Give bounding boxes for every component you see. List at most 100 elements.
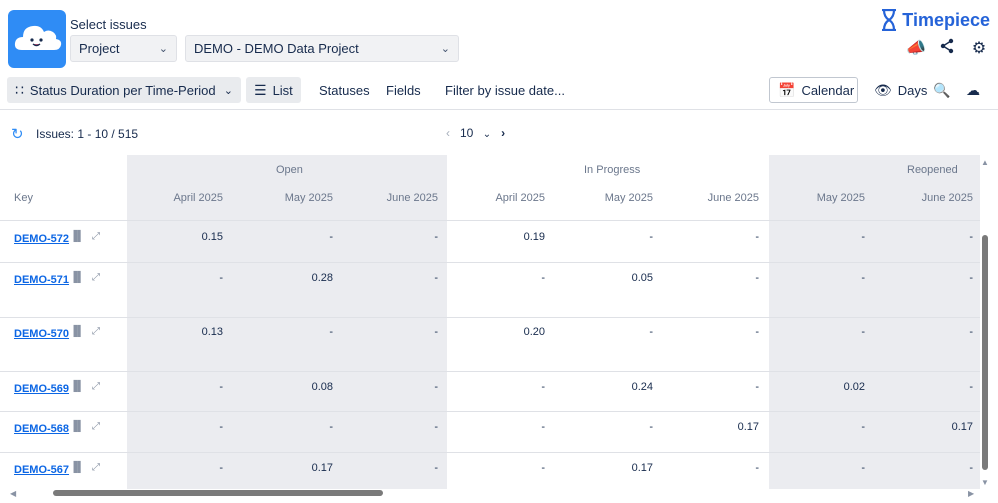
calendar-search-button[interactable]: 🔍 [929, 77, 954, 103]
scroll-left-icon[interactable]: ◀ [10, 489, 16, 498]
expand-icon[interactable]: ⤢ [92, 231, 100, 242]
expand-icon[interactable]: ⤢ [92, 326, 100, 337]
issues-count: Issues: 1 - 10 / 515 [36, 127, 139, 141]
duration-cell: - [861, 231, 865, 243]
statuses-button[interactable]: Statuses [311, 77, 378, 103]
column-header[interactable]: June 2025 [368, 192, 438, 204]
row-divider [0, 317, 980, 318]
filter-by-date-button[interactable]: Filter by issue date... [437, 77, 573, 103]
chevron-down-icon: ⌄ [482, 129, 492, 140]
chevron-down-icon: ⌄ [223, 84, 233, 97]
cloud-download-icon: ☁ [966, 81, 980, 98]
header-actions: 📣 ⚙ [906, 38, 988, 59]
duration-cell: - [434, 421, 438, 433]
scope-select[interactable]: Project ⌄ [70, 35, 177, 62]
column-header[interactable]: May 2025 [263, 192, 333, 204]
group-header-in-progress: In Progress [584, 164, 641, 176]
duration-cell: - [329, 231, 333, 243]
report-type-button[interactable]: ∷ Status Duration per Time-Period ⌄ [7, 77, 241, 103]
cloud-download-button[interactable]: ☁ [962, 77, 984, 103]
row-divider [0, 411, 980, 412]
scope-select-value: Project [79, 41, 120, 56]
hourglass-icon [882, 9, 897, 31]
fields-button[interactable]: Fields [378, 77, 429, 103]
next-page-icon[interactable]: › [501, 126, 505, 140]
duration-cell: - [755, 231, 759, 243]
issue-key-link[interactable]: DEMO-572 [14, 233, 69, 245]
duration-cell: - [861, 421, 865, 433]
column-header[interactable]: April 2025 [475, 192, 545, 204]
issue-key-link[interactable]: DEMO-567 [14, 464, 69, 476]
duration-cell: 0.13 [201, 326, 223, 338]
row-divider [0, 262, 980, 263]
bar-chart-icon[interactable]: ▐▌ [70, 272, 84, 283]
calendar-label: Calendar [801, 82, 855, 98]
project-select[interactable]: DEMO - DEMO Data Project ⌄ [185, 35, 459, 62]
calendar-icon: 📅 [778, 81, 796, 98]
duration-cell: 0.17 [311, 462, 333, 474]
calendar-button[interactable]: 📅 Calendar [769, 77, 858, 103]
page-size-value: 10 [460, 126, 474, 140]
duration-cell: - [649, 326, 653, 338]
duration-cell: 0.02 [843, 381, 865, 393]
expand-icon[interactable]: ⤢ [92, 421, 100, 432]
project-select-value: DEMO - DEMO Data Project [194, 41, 359, 56]
row-divider [0, 452, 980, 453]
gear-icon[interactable]: ⚙ [970, 38, 988, 59]
duration-cell: - [434, 231, 438, 243]
grid-icon: ∷ [15, 81, 24, 98]
bar-chart-icon[interactable]: ▐▌ [70, 421, 84, 432]
horizontal-scrollbar[interactable] [53, 490, 383, 496]
cloud-logo-icon [14, 25, 62, 50]
issue-key-link[interactable]: DEMO-569 [14, 383, 69, 395]
page-size-select[interactable]: 10 ⌄ [460, 126, 491, 140]
column-header[interactable]: June 2025 [903, 192, 973, 204]
duration-cell: - [649, 421, 653, 433]
issue-key-link[interactable]: DEMO-568 [14, 423, 69, 435]
megaphone-icon[interactable]: 📣 [906, 38, 926, 59]
expand-icon[interactable]: ⤢ [92, 381, 100, 392]
days-label: Days [897, 82, 928, 98]
select-issues-label: Select issues [70, 17, 147, 32]
column-header[interactable]: May 2025 [795, 192, 865, 204]
duration-cell: - [329, 421, 333, 433]
duration-cell: 0.15 [201, 231, 223, 243]
duration-cell: - [219, 381, 223, 393]
duration-cell: 0.17 [951, 421, 973, 433]
days-button[interactable]: 👁 Days [866, 77, 935, 103]
refresh-icon[interactable]: ↻ [11, 125, 24, 143]
open-band [127, 155, 447, 489]
duration-cell: - [219, 421, 223, 433]
column-header[interactable]: April 2025 [153, 192, 223, 204]
issue-key-link[interactable]: DEMO-571 [14, 274, 69, 286]
column-header[interactable]: June 2025 [689, 192, 759, 204]
bar-chart-icon[interactable]: ▐▌ [70, 381, 84, 392]
group-header-reopened: Reopened [907, 164, 958, 176]
group-header-open: Open [276, 164, 303, 176]
expand-icon[interactable]: ⤢ [92, 272, 100, 283]
scroll-down-icon[interactable]: ▼ [981, 478, 989, 487]
vertical-scrollbar[interactable] [982, 235, 988, 470]
duration-cell: - [541, 272, 545, 284]
scroll-up-icon[interactable]: ▲ [981, 158, 989, 167]
status-duration-table: Open In Progress Reopened Key April 2025… [0, 155, 980, 489]
duration-cell: - [755, 326, 759, 338]
bar-chart-icon[interactable]: ▐▌ [70, 462, 84, 473]
duration-cell: - [541, 421, 545, 433]
duration-cell: - [434, 326, 438, 338]
eye-icon: 👁 [874, 81, 892, 98]
duration-cell: - [434, 462, 438, 474]
scroll-right-icon[interactable]: ▶ [968, 489, 974, 498]
column-header[interactable]: May 2025 [583, 192, 653, 204]
bar-chart-icon[interactable]: ▐▌ [70, 231, 84, 242]
bar-chart-icon[interactable]: ▐▌ [70, 326, 84, 337]
share-icon[interactable] [938, 38, 956, 59]
issue-key-link[interactable]: DEMO-570 [14, 328, 69, 340]
duration-cell: - [861, 326, 865, 338]
app-root: Select issues Project ⌄ DEMO - DEMO Data… [0, 0, 998, 503]
duration-cell: - [755, 272, 759, 284]
key-column-header[interactable]: Key [14, 192, 33, 204]
list-button[interactable]: ☰ List [246, 77, 301, 103]
prev-page-icon[interactable]: ‹ [446, 126, 450, 140]
expand-icon[interactable]: ⤢ [92, 462, 100, 473]
